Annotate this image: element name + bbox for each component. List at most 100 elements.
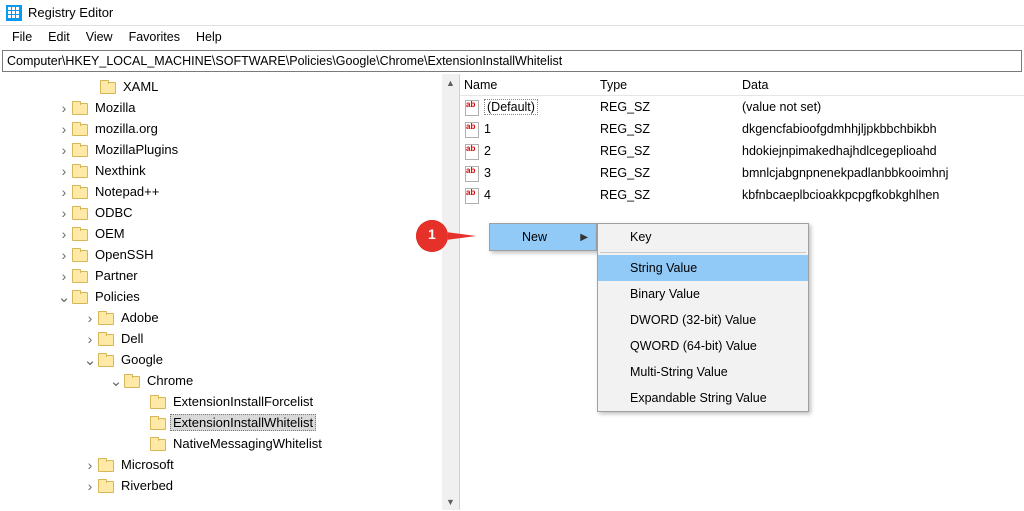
- menu-view[interactable]: View: [78, 30, 121, 44]
- tree-item-label: Nexthink: [92, 162, 149, 179]
- column-headers[interactable]: Name Type Data: [460, 74, 1024, 96]
- chevron-right-icon[interactable]: ›: [82, 310, 98, 326]
- value-name: 1: [484, 122, 491, 136]
- folder-icon: [98, 353, 114, 367]
- tree-item-label: Policies: [92, 288, 143, 305]
- tree-item-label: Notepad++: [92, 183, 162, 200]
- chevron-right-icon[interactable]: ›: [56, 268, 72, 284]
- chevron-right-icon[interactable]: ›: [56, 184, 72, 200]
- submenu-expand-label: Expandable String Value: [630, 391, 767, 405]
- chevron-down-icon[interactable]: ⌄: [56, 288, 72, 306]
- scroll-down-icon[interactable]: ▼: [442, 493, 459, 510]
- tree-item-label: mozilla.org: [92, 120, 161, 137]
- tree-item[interactable]: ExtensionInstallForcelist: [0, 391, 459, 412]
- tree-item[interactable]: › Nexthink: [0, 160, 459, 181]
- chevron-down-icon[interactable]: ⌄: [108, 372, 124, 390]
- submenu-string-value[interactable]: String Value: [598, 255, 808, 281]
- col-data[interactable]: Data: [742, 78, 1024, 92]
- tree-item[interactable]: ⌄ Policies: [0, 286, 459, 307]
- submenu-multi-string-value[interactable]: Multi-String Value: [598, 359, 808, 385]
- folder-icon: [72, 143, 88, 157]
- value-data: dkgencfabioofgdmhhjljpkbbchbikbh: [742, 122, 1024, 136]
- chevron-down-icon[interactable]: ⌄: [82, 351, 98, 369]
- value-data: bmnlcjabgnpnenekpadlanbbkooimhnj: [742, 166, 1024, 180]
- tree-item[interactable]: ⌄ Google: [0, 349, 459, 370]
- tree-item[interactable]: NativeMessagingWhitelist: [0, 433, 459, 454]
- submenu-key[interactable]: Key: [598, 224, 808, 250]
- chevron-right-icon[interactable]: ›: [56, 205, 72, 221]
- menu-edit[interactable]: Edit: [40, 30, 78, 44]
- chevron-right-icon[interactable]: ›: [82, 478, 98, 494]
- value-row[interactable]: 4REG_SZkbfnbcaeplbcioakkpcpgfkobkghlhen: [460, 184, 1024, 206]
- string-value-icon: [464, 144, 480, 158]
- folder-icon: [72, 164, 88, 178]
- tree-item-label: OpenSSH: [92, 246, 157, 263]
- chevron-right-icon[interactable]: ›: [82, 331, 98, 347]
- context-menu: New ▶: [489, 223, 597, 251]
- tree-item[interactable]: › OpenSSH: [0, 244, 459, 265]
- tree-item-label: Mozilla: [92, 99, 138, 116]
- chevron-right-icon[interactable]: ›: [56, 163, 72, 179]
- context-menu-new[interactable]: New ▶: [490, 224, 596, 250]
- folder-icon: [124, 374, 140, 388]
- tree-item-label: Adobe: [118, 309, 162, 326]
- tree-item[interactable]: › Partner: [0, 265, 459, 286]
- tree-scrollbar[interactable]: ▲ ▼: [442, 74, 459, 510]
- submenu-binary-value[interactable]: Binary Value: [598, 281, 808, 307]
- submenu-qword-value[interactable]: QWORD (64-bit) Value: [598, 333, 808, 359]
- tree-item[interactable]: ›MozillaPlugins: [0, 139, 459, 160]
- string-value-icon: [464, 100, 480, 114]
- chevron-right-icon[interactable]: ›: [56, 226, 72, 242]
- value-type: REG_SZ: [600, 166, 742, 180]
- tree-item[interactable]: ›Riverbed: [0, 475, 459, 496]
- address-bar[interactable]: Computer\HKEY_LOCAL_MACHINE\SOFTWARE\Pol…: [2, 50, 1022, 72]
- value-name: (Default): [484, 99, 538, 115]
- value-name: 3: [484, 166, 491, 180]
- chevron-right-icon[interactable]: ›: [56, 247, 72, 263]
- value-row[interactable]: 1REG_SZdkgencfabioofgdmhhjljpkbbchbikbh: [460, 118, 1024, 140]
- scroll-up-icon[interactable]: ▲: [442, 74, 459, 91]
- menu-favorites[interactable]: Favorites: [121, 30, 188, 44]
- chevron-right-icon: ▶: [580, 232, 588, 243]
- value-name: 2: [484, 144, 491, 158]
- col-name[interactable]: Name: [464, 78, 600, 92]
- menu-bar: File Edit View Favorites Help: [0, 26, 1024, 48]
- folder-icon: [98, 311, 114, 325]
- tree-item-label: Google: [118, 351, 166, 368]
- tree-item-label: OEM: [92, 225, 128, 242]
- tree-item[interactable]: › ODBC: [0, 202, 459, 223]
- value-row[interactable]: 2REG_SZhdokiejnpimakedhajhdlcegeplioahd: [460, 140, 1024, 162]
- col-type[interactable]: Type: [600, 78, 742, 92]
- chevron-right-icon[interactable]: ›: [56, 142, 72, 158]
- submenu-expandable-string-value[interactable]: Expandable String Value: [598, 385, 808, 411]
- tree-panel: XAML›Mozilla›mozilla.org›MozillaPlugins›…: [0, 74, 460, 510]
- value-data: hdokiejnpimakedhajhdlcegeplioahd: [742, 144, 1024, 158]
- chevron-right-icon[interactable]: ›: [56, 121, 72, 137]
- menu-help[interactable]: Help: [188, 30, 230, 44]
- tree-item[interactable]: XAML: [0, 76, 459, 97]
- menu-file[interactable]: File: [4, 30, 40, 44]
- submenu-dword-value[interactable]: DWORD (32-bit) Value: [598, 307, 808, 333]
- tree-item[interactable]: ›Microsoft: [0, 454, 459, 475]
- value-row[interactable]: (Default)REG_SZ(value not set): [460, 96, 1024, 118]
- chevron-right-icon[interactable]: ›: [56, 100, 72, 116]
- tree-item[interactable]: › Mozilla: [0, 97, 459, 118]
- chevron-right-icon[interactable]: ›: [82, 457, 98, 473]
- value-row[interactable]: 3 REG_SZbmnlcjabgnpnenekpadlanbbkooimhnj: [460, 162, 1024, 184]
- tree-item[interactable]: › Notepad++: [0, 181, 459, 202]
- tree-item[interactable]: › mozilla.org: [0, 118, 459, 139]
- tree-item[interactable]: ⌄Chrome: [0, 370, 459, 391]
- tree-item-label: ExtensionInstallWhitelist: [170, 414, 316, 431]
- tree-item[interactable]: ExtensionInstallWhitelist: [0, 412, 459, 433]
- tree-item-label: NativeMessagingWhitelist: [170, 435, 325, 452]
- tree-item-label: Partner: [92, 267, 141, 284]
- tree-item[interactable]: › Dell: [0, 328, 459, 349]
- folder-icon: [72, 269, 88, 283]
- tree-item[interactable]: › Adobe: [0, 307, 459, 328]
- folder-icon: [150, 395, 166, 409]
- submenu-string-label: String Value: [630, 261, 697, 275]
- tree-item-label: Dell: [118, 330, 146, 347]
- tree-item-label: ODBC: [92, 204, 136, 221]
- tree-item[interactable]: › OEM: [0, 223, 459, 244]
- folder-icon: [98, 479, 114, 493]
